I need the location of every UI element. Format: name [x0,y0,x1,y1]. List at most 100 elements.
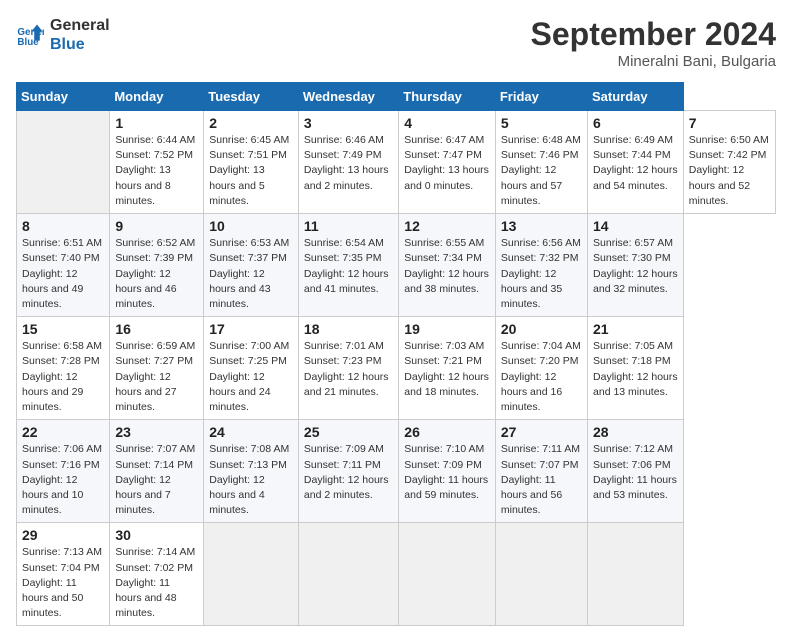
calendar-day-cell: 18Sunrise: 7:01 AMSunset: 7:23 PMDayligh… [298,317,398,420]
calendar-day-cell: 8Sunrise: 6:51 AMSunset: 7:40 PMDaylight… [17,214,110,317]
day-number: 9 [115,218,198,234]
day-number: 3 [304,115,393,131]
calendar-day-cell: 9 Sunrise: 6:52 AMSunset: 7:39 PMDaylight… [110,214,204,317]
day-info: Sunrise: 7:07 AMSunset: 7:14 PMDaylight:… [115,442,198,518]
day-info: Sunrise: 6:55 AMSunset: 7:34 PMDaylight:… [404,236,490,297]
calendar-day-cell: 20 Sunrise: 7:04 AMSunset: 7:20 PMDayligh… [495,317,587,420]
calendar-day-cell: 13 Sunrise: 6:56 AMSunset: 7:32 PMDayligh… [495,214,587,317]
calendar-week-row: 1Sunrise: 6:44 AMSunset: 7:52 PMDaylight… [17,111,776,214]
day-info: Sunrise: 6:48 AMSunset: 7:46 PMDaylight:… [501,133,582,209]
day-info: Sunrise: 6:52 AMSunset: 7:39 PMDaylight:… [115,236,198,312]
calendar-day-cell: 27 Sunrise: 7:11 AMSunset: 7:07 PMDayligh… [495,420,587,523]
calendar-week-row: 22Sunrise: 7:06 AMSunset: 7:16 PMDayligh… [17,420,776,523]
day-info: Sunrise: 6:58 AMSunset: 7:28 PMDaylight:… [22,339,104,415]
calendar-week-row: 29Sunrise: 7:13 AMSunset: 7:04 PMDayligh… [17,523,776,626]
calendar-day-cell: 28 Sunrise: 7:12 AMSunset: 7:06 PMDayligh… [588,420,684,523]
calendar-day-cell: 6 Sunrise: 6:49 AMSunset: 7:44 PMDaylight… [588,111,684,214]
day-number: 16 [115,321,198,337]
day-info: Sunrise: 7:00 AMSunset: 7:25 PMDaylight:… [209,339,293,415]
day-number: 24 [209,424,293,440]
day-info: Sunrise: 7:04 AMSunset: 7:20 PMDaylight:… [501,339,582,415]
calendar-day-cell: 26 Sunrise: 7:10 AMSunset: 7:09 PMDayligh… [399,420,496,523]
day-number: 19 [404,321,490,337]
day-number: 15 [22,321,104,337]
day-number: 7 [689,115,770,131]
calendar-week-row: 15 Sunrise: 6:58 AMSunset: 7:28 PMDayligh… [17,317,776,420]
day-of-week-header: Wednesday [298,83,398,111]
day-of-week-header: Thursday [399,83,496,111]
day-of-week-header: Sunday [17,83,110,111]
calendar-day-cell: 2 Sunrise: 6:45 AMSunset: 7:51 PMDaylight… [204,111,299,214]
day-number: 12 [404,218,490,234]
day-info: Sunrise: 6:49 AMSunset: 7:44 PMDaylight:… [593,133,678,194]
day-number: 26 [404,424,490,440]
calendar-day-cell [204,523,299,626]
day-info: Sunrise: 6:45 AMSunset: 7:51 PMDaylight:… [209,133,293,209]
logo-line1: General [50,16,110,35]
day-info: Sunrise: 6:53 AMSunset: 7:37 PMDaylight:… [209,236,293,312]
calendar-day-cell: 1Sunrise: 6:44 AMSunset: 7:52 PMDaylight… [110,111,204,214]
day-number: 6 [593,115,678,131]
calendar-week-row: 8Sunrise: 6:51 AMSunset: 7:40 PMDaylight… [17,214,776,317]
day-number: 28 [593,424,678,440]
day-number: 17 [209,321,293,337]
calendar-day-cell [399,523,496,626]
day-info: Sunrise: 7:06 AMSunset: 7:16 PMDaylight:… [22,442,104,518]
calendar-day-cell: 24 Sunrise: 7:08 AMSunset: 7:13 PMDayligh… [204,420,299,523]
logo-line2: Blue [50,35,110,54]
calendar-day-cell: 17 Sunrise: 7:00 AMSunset: 7:25 PMDayligh… [204,317,299,420]
day-info: Sunrise: 7:12 AMSunset: 7:06 PMDaylight:… [593,442,678,503]
day-number: 14 [593,218,678,234]
day-info: Sunrise: 7:11 AMSunset: 7:07 PMDaylight:… [501,442,582,518]
page-header: General Blue General Blue September 2024… [16,16,776,70]
calendar-day-cell [17,111,110,214]
day-info: Sunrise: 7:05 AMSunset: 7:18 PMDaylight:… [593,339,678,400]
calendar-day-cell: 10 Sunrise: 6:53 AMSunset: 7:37 PMDayligh… [204,214,299,317]
calendar-day-cell [495,523,587,626]
day-number: 25 [304,424,393,440]
day-number: 20 [501,321,582,337]
day-of-week-header: Friday [495,83,587,111]
calendar-day-cell: 16 Sunrise: 6:59 AMSunset: 7:27 PMDayligh… [110,317,204,420]
day-number: 10 [209,218,293,234]
month-year: September 2024 [531,16,776,53]
day-number: 13 [501,218,582,234]
day-info: Sunrise: 7:10 AMSunset: 7:09 PMDaylight:… [404,442,490,503]
day-info: Sunrise: 6:57 AMSunset: 7:30 PMDaylight:… [593,236,678,297]
day-number: 4 [404,115,490,131]
calendar-day-cell: 15 Sunrise: 6:58 AMSunset: 7:28 PMDayligh… [17,317,110,420]
calendar-day-cell: 21Sunrise: 7:05 AMSunset: 7:18 PMDayligh… [588,317,684,420]
calendar-day-cell: 7 Sunrise: 6:50 AMSunset: 7:42 PMDaylight… [683,111,775,214]
calendar-day-cell: 3Sunrise: 6:46 AMSunset: 7:49 PMDaylight… [298,111,398,214]
day-info: Sunrise: 6:56 AMSunset: 7:32 PMDaylight:… [501,236,582,312]
day-number: 5 [501,115,582,131]
day-info: Sunrise: 6:47 AMSunset: 7:47 PMDaylight:… [404,133,490,194]
calendar-day-cell: 4 Sunrise: 6:47 AMSunset: 7:47 PMDaylight… [399,111,496,214]
calendar-day-cell: 23 Sunrise: 7:07 AMSunset: 7:14 PMDayligh… [110,420,204,523]
day-info: Sunrise: 6:44 AMSunset: 7:52 PMDaylight:… [115,133,198,209]
day-of-week-header: Tuesday [204,83,299,111]
calendar-day-cell [298,523,398,626]
day-info: Sunrise: 7:08 AMSunset: 7:13 PMDaylight:… [209,442,293,518]
day-number: 8 [22,218,104,234]
day-info: Sunrise: 7:13 AMSunset: 7:04 PMDaylight:… [22,545,104,621]
day-number: 27 [501,424,582,440]
day-of-week-header: Monday [110,83,204,111]
calendar-day-cell: 19Sunrise: 7:03 AMSunset: 7:21 PMDayligh… [399,317,496,420]
day-number: 2 [209,115,293,131]
location: Mineralni Bani, Bulgaria [531,53,776,70]
calendar-day-cell: 11Sunrise: 6:54 AMSunset: 7:35 PMDayligh… [298,214,398,317]
calendar-day-cell: 14 Sunrise: 6:57 AMSunset: 7:30 PMDayligh… [588,214,684,317]
calendar-day-cell: 29Sunrise: 7:13 AMSunset: 7:04 PMDayligh… [17,523,110,626]
day-info: Sunrise: 7:09 AMSunset: 7:11 PMDaylight:… [304,442,393,503]
logo-icon: General Blue [16,21,44,49]
day-number: 11 [304,218,393,234]
calendar-day-cell: 5 Sunrise: 6:48 AMSunset: 7:46 PMDaylight… [495,111,587,214]
day-of-week-header: Saturday [588,83,684,111]
calendar-day-cell: 25 Sunrise: 7:09 AMSunset: 7:11 PMDayligh… [298,420,398,523]
day-info: Sunrise: 7:14 AMSunset: 7:02 PMDaylight:… [115,545,198,621]
day-number: 23 [115,424,198,440]
day-info: Sunrise: 6:59 AMSunset: 7:27 PMDaylight:… [115,339,198,415]
calendar-day-cell [588,523,684,626]
day-info: Sunrise: 6:50 AMSunset: 7:42 PMDaylight:… [689,133,770,209]
